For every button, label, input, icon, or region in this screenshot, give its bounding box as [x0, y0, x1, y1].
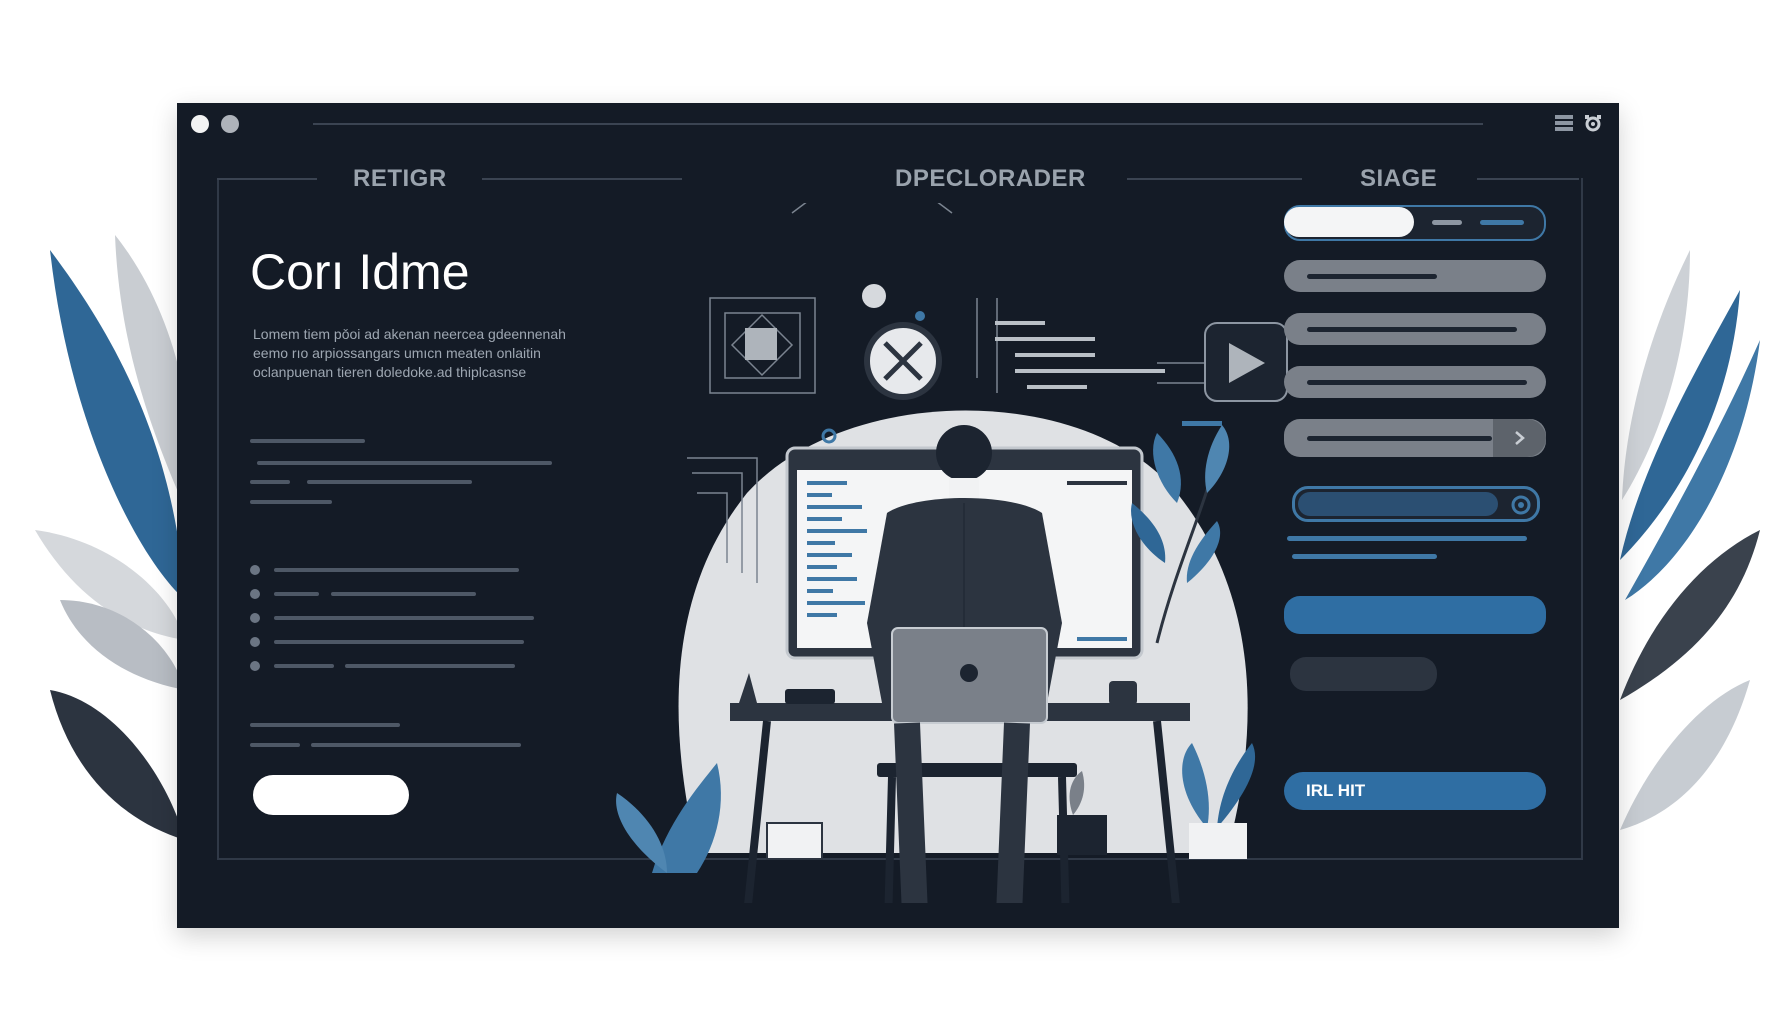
accent-divider — [1287, 536, 1527, 541]
desk-item — [785, 689, 835, 704]
header-divider — [482, 178, 682, 180]
screen-code — [1067, 481, 1127, 485]
toggle-thumb[interactable] — [1284, 207, 1414, 237]
text-placeholder-line — [250, 743, 300, 747]
dot-decoration — [915, 311, 925, 321]
chevron-right-icon — [1515, 431, 1525, 445]
header-tab-center[interactable]: DPECLORADER — [895, 165, 1086, 193]
list-bullet — [250, 565, 260, 575]
text-placeholder-line — [307, 480, 472, 484]
leaf-left-dark — [50, 690, 185, 840]
text-placeholder-line — [250, 723, 400, 727]
list-icon[interactable] — [1554, 113, 1574, 133]
plant-pot — [1189, 823, 1247, 859]
input-value-line — [1307, 274, 1437, 279]
input-value-line — [1307, 327, 1517, 332]
laptop-logo — [960, 664, 978, 682]
window-dot-icon[interactable] — [221, 115, 239, 133]
plant-pot — [1057, 815, 1107, 855]
text-placeholder-line — [250, 500, 332, 504]
input-value-line — [1307, 380, 1527, 385]
header-tab-left[interactable]: RETIGR — [353, 165, 447, 193]
plant-bottom-left — [616, 793, 667, 873]
coffee-mug — [1109, 681, 1137, 705]
hero-title: Corı Idme — [250, 244, 470, 300]
text-placeholder-line — [250, 480, 290, 484]
list-item-line — [274, 664, 334, 668]
toggle-indicator — [1480, 220, 1524, 225]
secondary-button[interactable] — [1290, 657, 1437, 691]
person-head — [936, 425, 992, 481]
toggle-indicator — [1432, 220, 1462, 225]
record-icon[interactable] — [1510, 494, 1532, 516]
select-value-line — [1307, 436, 1492, 441]
header-divider — [1477, 178, 1579, 180]
accent-line — [1182, 421, 1222, 426]
header-tab-right[interactable]: SIAGE — [1360, 165, 1437, 193]
plant-leaf — [1205, 425, 1230, 493]
list-bullet — [250, 661, 260, 671]
accent-divider — [1292, 554, 1437, 559]
list-item-line — [274, 640, 524, 644]
irl-hit-button[interactable]: IRL HIT — [1284, 772, 1546, 810]
list-bullet — [250, 613, 260, 623]
text-placeholder-line — [257, 461, 552, 465]
window-dot-icon[interactable] — [191, 115, 209, 133]
leaf-right-dark — [1620, 530, 1760, 700]
text-placeholder-line — [250, 439, 365, 443]
header-divider — [217, 178, 317, 180]
developer-illustration — [616, 203, 1288, 903]
orb-decoration — [862, 284, 886, 308]
list-item-line — [274, 616, 534, 620]
primary-cta-button[interactable] — [253, 775, 409, 815]
chip-square — [745, 328, 777, 360]
progress-fill — [1298, 492, 1498, 516]
titlebar-divider — [313, 123, 1483, 125]
list-bullet — [250, 589, 260, 599]
list-item-line — [274, 568, 519, 572]
action-button-blue[interactable] — [1284, 596, 1546, 634]
code-lines — [995, 321, 1165, 389]
box-decoration — [766, 822, 823, 860]
list-item-line — [331, 592, 476, 596]
text-placeholder-line — [311, 743, 521, 747]
list-item-line — [345, 664, 515, 668]
leaf-right-gray2 — [1620, 680, 1750, 830]
header-divider — [1127, 178, 1302, 180]
list-item-line — [274, 592, 319, 596]
dropdown-arrow-button[interactable] — [1493, 419, 1546, 457]
screen-code — [1077, 637, 1127, 641]
list-bullet — [250, 637, 260, 647]
app-window: RETIGR DPECLORADER SIAGE Corı Idme Lomem… — [177, 103, 1619, 928]
settings-icon[interactable] — [1583, 113, 1603, 133]
